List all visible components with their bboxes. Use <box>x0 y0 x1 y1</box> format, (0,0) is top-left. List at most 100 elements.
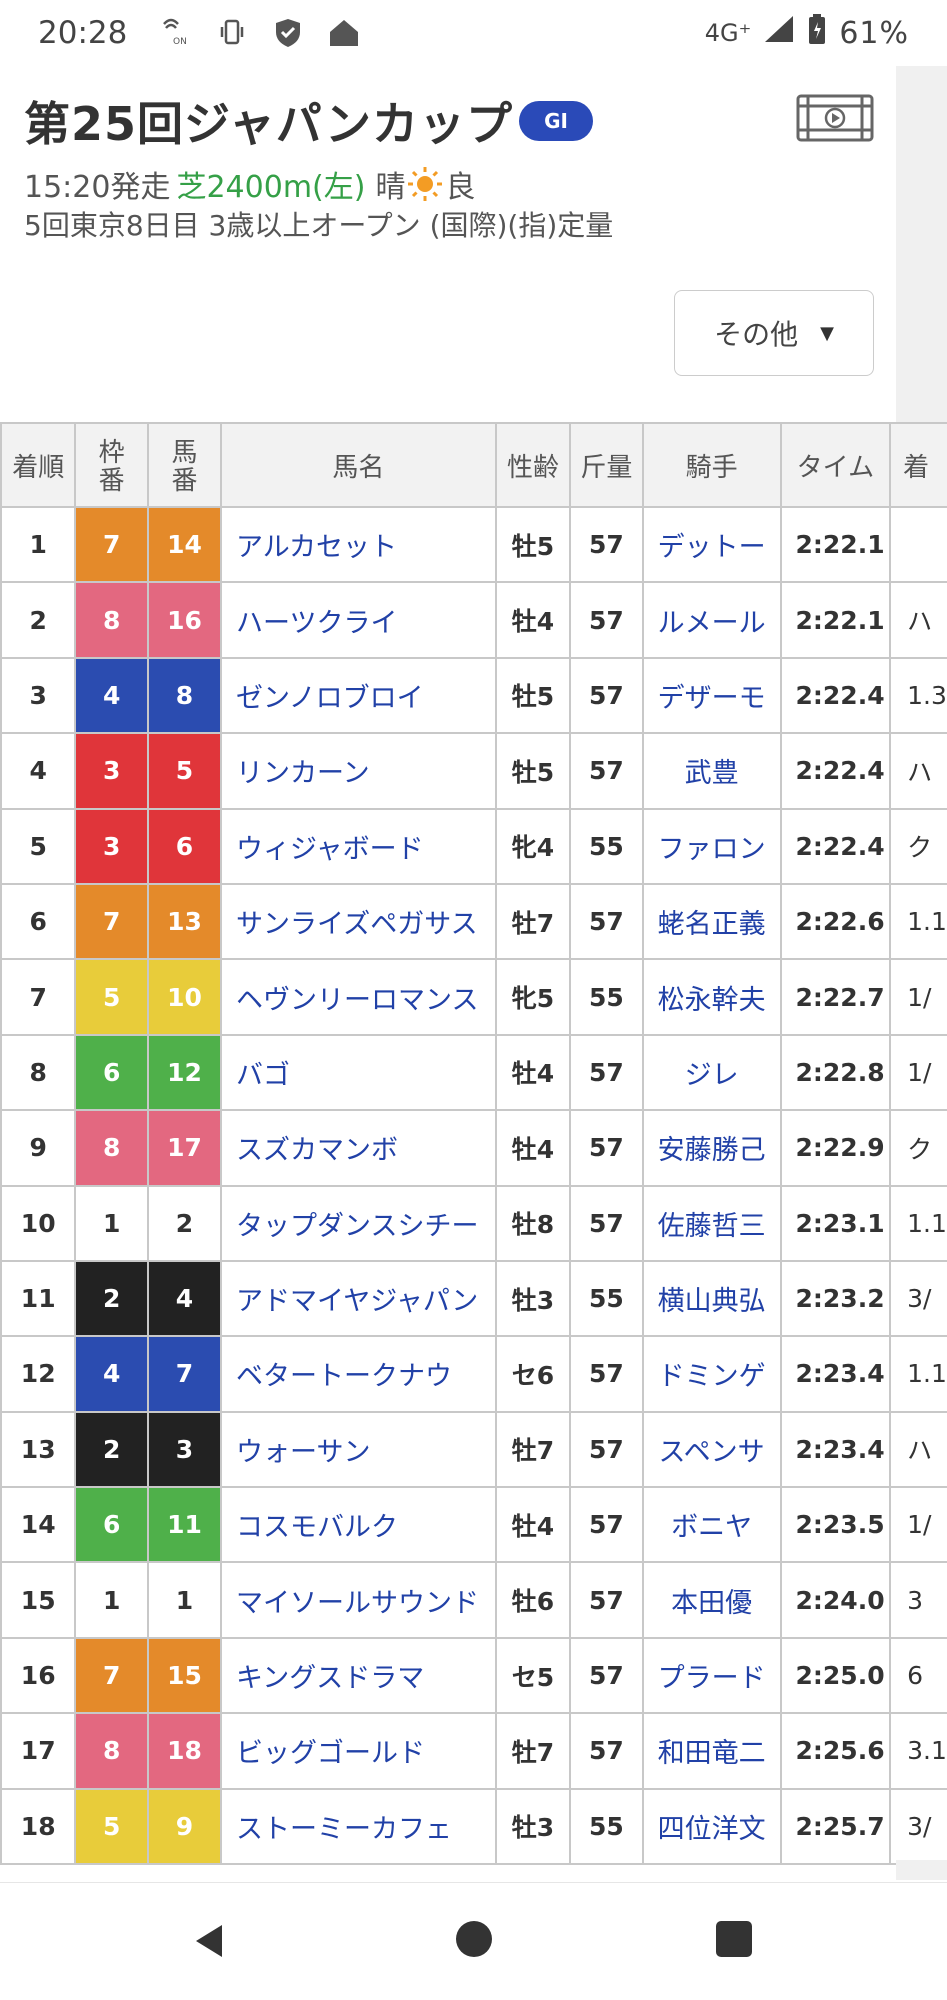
waku-cell: 8 <box>74 1109 149 1187</box>
jockey-link[interactable]: 安藤勝己 <box>641 1109 782 1187</box>
table-row[interactable]: 6 7 13 サンライズペガサス 牡7 57 蛯名正義 2:22.6 1.1 <box>0 882 947 961</box>
umaban-cell: 16 <box>146 581 223 659</box>
header-row: 着順 枠番 馬番 馬名 性齢 斤量 騎手 タイム 着 <box>0 422 947 508</box>
header-weight[interactable]: 斤量 <box>569 422 644 508</box>
header-text: 枠番 <box>98 438 125 496</box>
sex-age-cell: 牡5 <box>494 656 572 735</box>
umaban-cell: 9 <box>146 1787 223 1866</box>
time-cell: 2:22.9 <box>779 1109 892 1187</box>
umaban-cell: 11 <box>146 1486 223 1564</box>
margin-cell: ハ <box>889 1410 947 1489</box>
jockey-link[interactable]: 蛯名正義 <box>641 882 782 961</box>
horse-name-link[interactable]: ベタートークナウ <box>220 1335 497 1413</box>
rank-cell: 8 <box>0 1033 77 1112</box>
umaban-cell: 10 <box>146 958 223 1036</box>
table-row[interactable]: 4 3 5 リンカーン 牡5 57 武豊 2:22.4 ハ <box>0 732 947 810</box>
horse-name-link[interactable]: ウォーサン <box>220 1410 497 1489</box>
weight-cell: 55 <box>569 1787 644 1866</box>
table-row[interactable]: 3 4 8 ゼンノロブロイ 牡5 57 デザーモ 2:22.4 1.3 <box>0 656 947 735</box>
jockey-link[interactable]: デットー <box>641 505 782 584</box>
margin-cell: 1/ <box>889 1486 947 1564</box>
table-row[interactable]: 17 8 18 ビッグゴールド 牡7 57 和田竜二 2:25.6 3.1 <box>0 1712 947 1790</box>
jockey-link[interactable]: 松永幹夫 <box>641 958 782 1036</box>
rank-cell: 10 <box>0 1184 77 1262</box>
table-row[interactable]: 13 2 3 ウォーサン 牡7 57 スペンサ 2:23.4 ハ <box>0 1410 947 1489</box>
table-row[interactable]: 9 8 17 スズカマンボ 牡4 57 安藤勝己 2:22.9 ク <box>0 1109 947 1187</box>
table-row[interactable]: 14 6 11 コスモバルク 牡4 57 ボニヤ 2:23.5 1/ <box>0 1486 947 1564</box>
back-icon[interactable] <box>190 1921 230 1961</box>
header-rank[interactable]: 着順 <box>0 422 77 508</box>
sex-age-cell: 牡6 <box>494 1561 572 1639</box>
video-button[interactable] <box>796 92 874 144</box>
table-row[interactable]: 1 7 14 アルカセット 牡5 57 デットー 2:22.1 <box>0 505 947 584</box>
horse-name-link[interactable]: ビッグゴールド <box>220 1712 497 1790</box>
header-jockey[interactable]: 騎手 <box>641 422 782 508</box>
horse-name-link[interactable]: サンライズペガサス <box>220 882 497 961</box>
table-row[interactable]: 12 4 7 ベタートークナウ セ6 57 ドミンゲ 2:23.4 1.1 <box>0 1335 947 1413</box>
horse-name-link[interactable]: アルカセット <box>220 505 497 584</box>
jockey-link[interactable]: ファロン <box>641 807 782 885</box>
course: 芝2400m(左) <box>176 170 366 205</box>
jockey-link[interactable]: ジレ <box>641 1033 782 1112</box>
horse-name-link[interactable]: スズカマンボ <box>220 1109 497 1187</box>
jockey-link[interactable]: 四位洋文 <box>641 1787 782 1866</box>
home-circle-icon[interactable] <box>456 1921 492 1957</box>
table-row[interactable]: 5 3 6 ウィジャボード 牝4 55 ファロン 2:22.4 ク <box>0 807 947 885</box>
table-row[interactable]: 11 2 4 アドマイヤジャパン 牡3 55 横山典弘 2:23.2 3/ <box>0 1259 947 1338</box>
horse-name-link[interactable]: ハーツクライ <box>220 581 497 659</box>
waku-cell: 1 <box>74 1561 149 1639</box>
header-horse[interactable]: 馬名 <box>220 422 497 508</box>
horse-name-link[interactable]: リンカーン <box>220 732 497 810</box>
grade-badge: GI <box>519 101 594 141</box>
table-row[interactable]: 2 8 16 ハーツクライ 牡4 57 ルメール 2:22.1 ハ <box>0 581 947 659</box>
horse-name-link[interactable]: ストーミーカフェ <box>220 1787 497 1866</box>
race-header: 第25回ジャパンカップ GI 15:20発走 芝2400m(左) 晴 良 5回東… <box>0 66 896 422</box>
rank-cell: 1 <box>0 505 77 584</box>
horse-name-link[interactable]: タップダンスシチー <box>220 1184 497 1262</box>
horse-name-link[interactable]: キングスドラマ <box>220 1636 497 1715</box>
sex-age-cell: 牡7 <box>494 1712 572 1790</box>
header-margin[interactable]: 着 <box>889 422 947 508</box>
header-umaban[interactable]: 馬番 <box>146 422 223 508</box>
jockey-link[interactable]: ボニヤ <box>641 1486 782 1564</box>
table-row[interactable]: 10 1 2 タップダンスシチー 牡8 57 佐藤哲三 2:23.1 1.1 <box>0 1184 947 1262</box>
header-time[interactable]: タイム <box>779 422 892 508</box>
horse-name-link[interactable]: アドマイヤジャパン <box>220 1259 497 1338</box>
umaban-cell: 7 <box>146 1335 223 1413</box>
header-sex-age[interactable]: 性齢 <box>494 422 572 508</box>
horse-name-link[interactable]: コスモバルク <box>220 1486 497 1564</box>
jockey-link[interactable]: プラード <box>641 1636 782 1715</box>
jockey-link[interactable]: ドミンゲ <box>641 1335 782 1413</box>
horse-name-link[interactable]: ウィジャボード <box>220 807 497 885</box>
weight-cell: 57 <box>569 1184 644 1262</box>
horse-name-link[interactable]: ヘヴンリーロマンス <box>220 958 497 1036</box>
header-waku[interactable]: 枠番 <box>74 422 149 508</box>
jockey-link[interactable]: ルメール <box>641 581 782 659</box>
table-row[interactable]: 8 6 12 バゴ 牡4 57 ジレ 2:22.8 1/ <box>0 1033 947 1112</box>
time-cell: 2:23.1 <box>779 1184 892 1262</box>
horse-name-link[interactable]: バゴ <box>220 1033 497 1112</box>
table-row[interactable]: 15 1 1 マイソールサウンド 牡6 57 本田優 2:24.0 3 <box>0 1561 947 1639</box>
weight-cell: 55 <box>569 1259 644 1338</box>
horse-name-link[interactable]: ゼンノロブロイ <box>220 656 497 735</box>
jockey-link[interactable]: デザーモ <box>641 656 782 735</box>
time-cell: 2:23.4 <box>779 1335 892 1413</box>
waku-cell: 1 <box>74 1184 149 1262</box>
horse-name-link[interactable]: マイソールサウンド <box>220 1561 497 1639</box>
jockey-link[interactable]: 佐藤哲三 <box>641 1184 782 1262</box>
rank-cell: 4 <box>0 732 77 810</box>
sex-age-cell: 牡5 <box>494 505 572 584</box>
sex-age-cell: 牡3 <box>494 1259 572 1338</box>
jockey-link[interactable]: 武豊 <box>641 732 782 810</box>
other-dropdown[interactable]: その他 ▼ <box>674 290 874 376</box>
margin-cell: 6 <box>889 1636 947 1715</box>
jockey-link[interactable]: 本田優 <box>641 1561 782 1639</box>
recents-icon[interactable] <box>716 1921 752 1957</box>
jockey-link[interactable]: 横山典弘 <box>641 1259 782 1338</box>
jockey-link[interactable]: スペンサ <box>641 1410 782 1489</box>
table-row[interactable]: 16 7 15 キングスドラマ セ5 57 プラード 2:25.0 6 <box>0 1636 947 1715</box>
table-row[interactable]: 18 5 9 ストーミーカフェ 牡3 55 四位洋文 2:25.7 3/ <box>0 1787 947 1866</box>
table-row[interactable]: 7 5 10 ヘヴンリーロマンス 牝5 55 松永幹夫 2:22.7 1/ <box>0 958 947 1036</box>
rank-cell: 5 <box>0 807 77 885</box>
jockey-link[interactable]: 和田竜二 <box>641 1712 782 1790</box>
